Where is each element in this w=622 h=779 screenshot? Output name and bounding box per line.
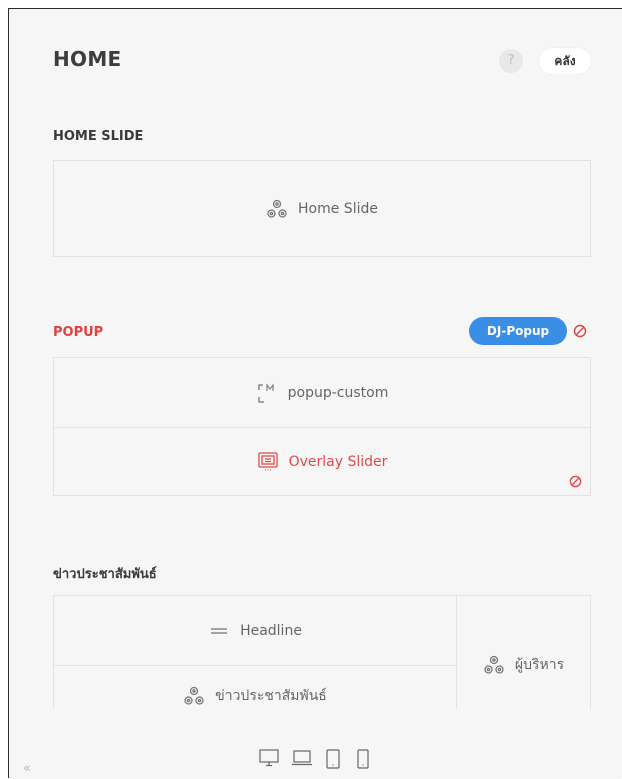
module-icon [267,199,287,218]
module-label: Overlay Slider [288,453,388,470]
module-popup-custom[interactable]: popup-custom [54,358,590,427]
module-icon [484,655,504,674]
position-box-home-slide: Home Slide [53,160,591,257]
help-button[interactable]: ? [499,49,523,73]
module-executives[interactable]: ผู้บริหาร [457,596,590,709]
module-news[interactable]: ข่าวประชาสัมพันธ์ [54,666,456,709]
disabled-icon[interactable] [573,324,587,338]
collapse-button[interactable]: « [23,761,31,776]
section-label-home-slide: HOME SLIDE [53,129,144,144]
layout-frame: HOME ? คลัง HOME SLIDE Home Slide POPUP … [8,8,622,779]
disabled-icon[interactable] [569,475,582,488]
position-box-popup: popup-custom Overlay Slider [53,357,591,496]
laptop-icon[interactable] [291,749,313,767]
module-label: ข่าวประชาสัมพันธ์ [215,688,327,704]
headline-icon [211,627,228,634]
slider-icon [257,451,278,471]
dj-popup-badge[interactable]: DJ-Popup [469,317,567,345]
custom-module-icon [257,382,274,403]
module-label: Home Slide [298,200,378,217]
panel-footer: « [9,709,621,779]
module-label: popup-custom [287,384,389,401]
section-label-news: ข่าวประชาสัมพันธ์ [53,567,157,582]
desktop-icon[interactable] [259,749,279,767]
tablet-icon[interactable] [325,749,341,769]
module-overlay-slider[interactable]: Overlay Slider [54,428,590,495]
layout-panel: HOME ? คลัง HOME SLIDE Home Slide POPUP … [9,9,621,709]
module-home-slide[interactable]: Home Slide [54,161,590,256]
module-label: Headline [240,622,302,639]
position-box-news: Headline ข่าวประชาสัมพันธ์ ผู้บริหาร [53,595,591,709]
module-label: ผู้บริหาร [514,657,565,673]
mobile-icon[interactable] [356,749,370,769]
module-headline[interactable]: Headline [54,596,456,665]
page-title: HOME [53,47,122,71]
module-icon [184,686,204,705]
library-button[interactable]: คลัง [539,48,591,74]
section-label-popup: POPUP [53,325,104,340]
